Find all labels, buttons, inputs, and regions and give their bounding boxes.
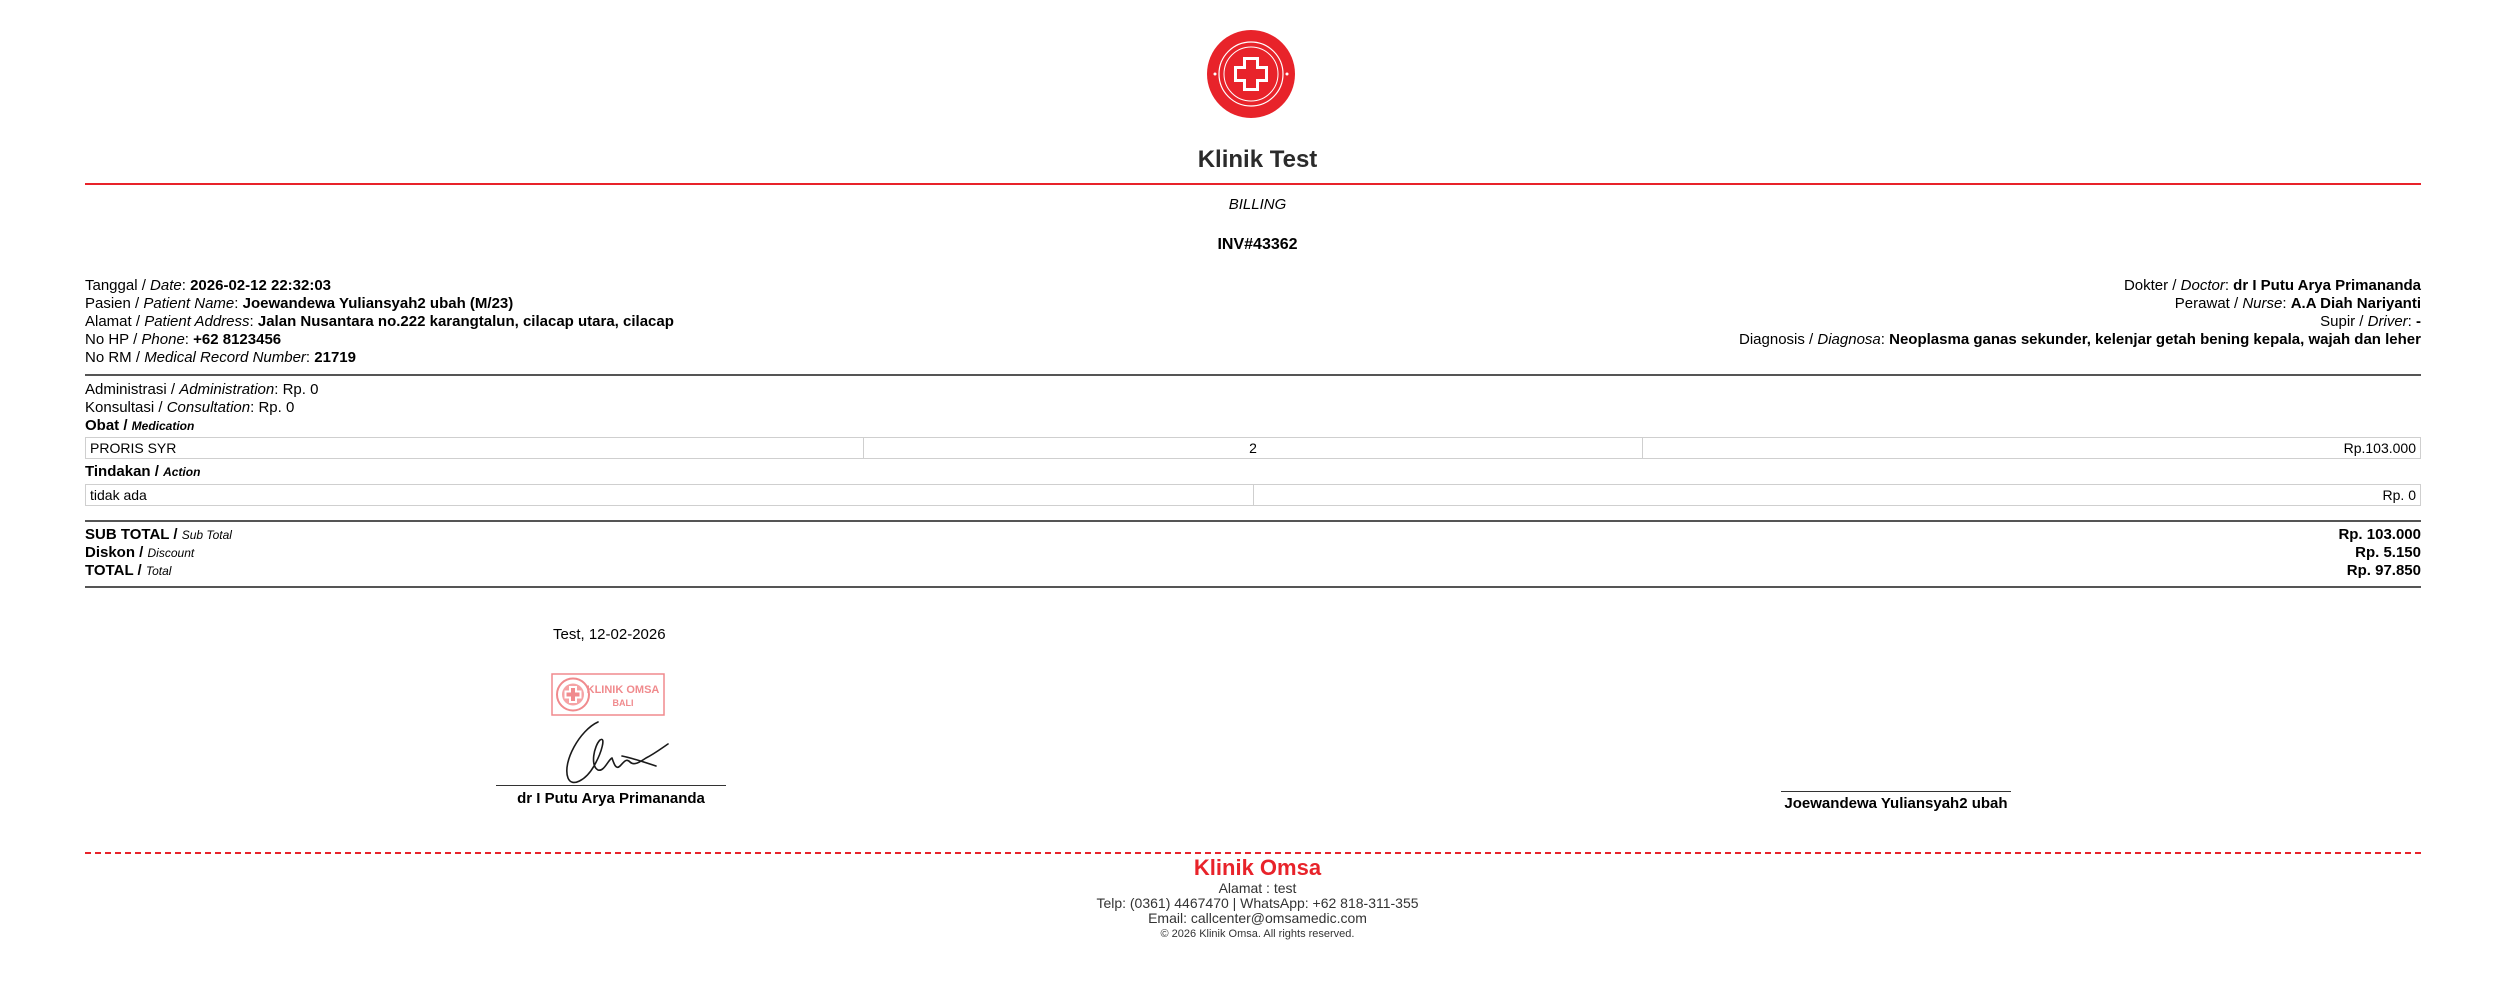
cost-divider xyxy=(85,520,2421,522)
total-row: TOTAL / Total Rp. 97.850 xyxy=(85,562,2421,579)
totals-section: SUB TOTAL / Sub Total Rp. 103.000 Diskon… xyxy=(85,526,2421,580)
footer-divider xyxy=(85,852,2421,854)
stamp-text: KLINIK OMSA xyxy=(587,684,660,696)
doctor-signature-name: dr I Putu Arya Primananda xyxy=(517,790,705,807)
diagnosis-value: Neoplasma ganas sekunder, kelenjar getah… xyxy=(1889,331,2421,348)
action-heading: Tindakan / Action xyxy=(85,463,201,480)
info-divider xyxy=(85,374,2421,376)
patient-value: Joewandewa Yuliansyah2 ubah (M/23) xyxy=(242,295,514,312)
medication-table: PRORIS SYR 2 Rp.103.000 xyxy=(84,437,2422,459)
footer-clinic-name: Klinik Omsa xyxy=(1193,855,1322,880)
driver-row: Supir / Driver: - xyxy=(2320,313,2421,330)
phone-value: +62 8123456 xyxy=(193,331,282,348)
billing-page: Klinik Test BILLING INV#43362 Tanggal / … xyxy=(0,0,2515,990)
signature-place-date: Test, 12-02-2026 xyxy=(553,626,666,643)
footer: Klinik Omsa Alamat : test Telp: (0361) 4… xyxy=(0,855,2515,942)
action-table: tidak ada Rp. 0 xyxy=(85,484,2421,506)
doctor-signature-icon xyxy=(566,721,669,784)
discount-value: Rp. 5.150 xyxy=(2355,544,2421,561)
footer-contact: Telp: (0361) 4467470 | WhatsApp: +62 818… xyxy=(1096,895,1419,911)
rm-value: 21719 xyxy=(314,349,356,366)
action-name: tidak ada xyxy=(85,484,1254,506)
doctor-row: Dokter / Doctor: dr I Putu Arya Primanan… xyxy=(2123,277,2421,294)
rm-row: No RM / Medical Record Number: 21719 xyxy=(85,349,356,366)
invoice-number: INV#43362 xyxy=(1217,236,1298,253)
nurse-value: A.A Diah Nariyanti xyxy=(2290,295,2421,312)
subtotal-row: SUB TOTAL / Sub Total Rp. 103.000 xyxy=(85,526,2421,543)
address-value: Jalan Nusantara no.222 karangtalun, cila… xyxy=(257,313,674,330)
footer-copyright: © 2026 Klinik Omsa. All rights reserved. xyxy=(1160,928,1355,940)
diagnosis-row: Diagnosis / Diagnosa: Neoplasma ganas se… xyxy=(1739,331,2421,348)
phone-row: No HP / Phone: +62 8123456 xyxy=(85,331,282,348)
medication-price: Rp.103.000 xyxy=(1641,437,2422,459)
consult-row: Konsultasi / Consultation: Rp. 0 xyxy=(85,399,295,416)
clinic-title: Klinik Test xyxy=(1197,146,1318,173)
date-value: 2026-02-12 22:32:03 xyxy=(190,277,332,294)
total-value: Rp. 97.850 xyxy=(2346,562,2421,579)
totals-divider xyxy=(85,586,2421,588)
medication-name: PRORIS SYR xyxy=(84,437,865,459)
driver-value: - xyxy=(2416,313,2421,330)
admin-value: Rp. 0 xyxy=(282,381,319,398)
patient-row: Pasien / Patient Name: Joewandewa Yulian… xyxy=(85,295,514,312)
discount-row: Diskon / Discount Rp. 5.150 xyxy=(85,544,2421,561)
footer-address: Alamat : test xyxy=(1218,880,1297,896)
document-type: BILLING xyxy=(1228,196,1287,213)
medication-qty: 2 xyxy=(863,437,1643,459)
doctor-signature-line xyxy=(496,785,726,786)
patient-signature-name: Joewandewa Yuliansyah2 ubah xyxy=(1784,795,2008,812)
footer-email: Email: callcenter@omsamedic.com xyxy=(1148,910,1367,926)
consult-value: Rp. 0 xyxy=(258,399,295,416)
clinic-logo-icon xyxy=(1207,30,1295,118)
action-price: Rp. 0 xyxy=(1252,484,2421,506)
nurse-row: Perawat / Nurse: A.A Diah Nariyanti xyxy=(2174,295,2421,312)
table-row: PRORIS SYR 2 Rp.103.000 xyxy=(84,437,2422,459)
medication-heading: Obat / Medication xyxy=(85,417,195,434)
patient-info: Tanggal / Date: 2026-02-12 22:32:03 Pasi… xyxy=(85,277,1285,367)
cost-section: Administrasi / Administration: Rp. 0 Kon… xyxy=(84,381,2422,506)
table-row: tidak ada Rp. 0 xyxy=(85,484,2421,506)
patient-signature-line xyxy=(1781,791,2011,792)
admin-row: Administrasi / Administration: Rp. 0 xyxy=(85,381,319,398)
address-row: Alamat / Patient Address: Jalan Nusantar… xyxy=(85,313,674,330)
doctor-value: dr I Putu Arya Primananda xyxy=(2233,277,2421,294)
staff-info: Dokter / Doctor: dr I Putu Arya Primanan… xyxy=(1221,277,2421,349)
date-row: Tanggal / Date: 2026-02-12 22:32:03 xyxy=(85,277,332,294)
header-divider xyxy=(85,183,2421,185)
subtotal-value: Rp. 103.000 xyxy=(2338,526,2421,543)
